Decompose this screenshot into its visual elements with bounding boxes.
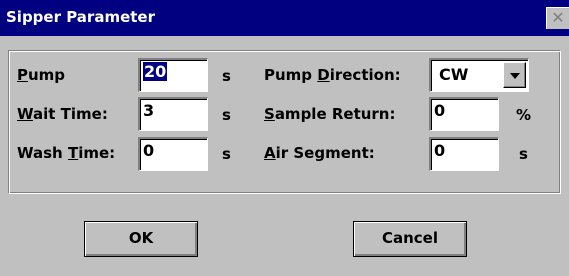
pump-field[interactable]: 20 xyxy=(138,58,208,92)
air-segment-unit: s xyxy=(519,145,528,163)
wait-time-label: Wait Time: xyxy=(17,105,108,123)
wait-time-unit: s xyxy=(222,106,231,124)
wait-time-field[interactable]: 3 xyxy=(138,97,208,131)
wash-time-label: Wash Time: xyxy=(17,144,116,162)
pump-unit: s xyxy=(222,67,231,85)
wash-time-unit: s xyxy=(222,145,231,163)
window-title: Sipper Parameter xyxy=(6,8,155,26)
chevron-down-icon[interactable] xyxy=(503,62,526,88)
cancel-button[interactable]: Cancel xyxy=(353,221,467,257)
pump-direction-label: Pump Direction: xyxy=(264,66,401,84)
title-bar: Sipper Parameter ✕ xyxy=(0,0,569,36)
pump-label: Pump xyxy=(17,66,66,84)
sample-return-label: Sample Return: xyxy=(264,105,396,123)
sample-return-unit: % xyxy=(516,106,532,124)
air-segment-label: Air Segment: xyxy=(264,144,375,162)
pump-direction-select[interactable]: CW xyxy=(429,58,529,92)
air-segment-field[interactable]: 0 xyxy=(429,137,499,171)
pump-direction-value: CW xyxy=(439,65,469,84)
wash-time-field[interactable]: 0 xyxy=(138,137,208,171)
close-icon[interactable]: ✕ xyxy=(546,7,569,29)
sample-return-field[interactable]: 0 xyxy=(429,97,499,131)
ok-button[interactable]: OK xyxy=(84,221,198,257)
sipper-parameter-dialog: Sipper Parameter ✕ Pump 20 s Wait Time: … xyxy=(0,0,569,276)
dialog-client-area: Pump 20 s Wait Time: 3 s Wash Time: 0 s … xyxy=(0,36,569,276)
parameter-group: Pump 20 s Wait Time: 3 s Wash Time: 0 s … xyxy=(8,50,561,194)
